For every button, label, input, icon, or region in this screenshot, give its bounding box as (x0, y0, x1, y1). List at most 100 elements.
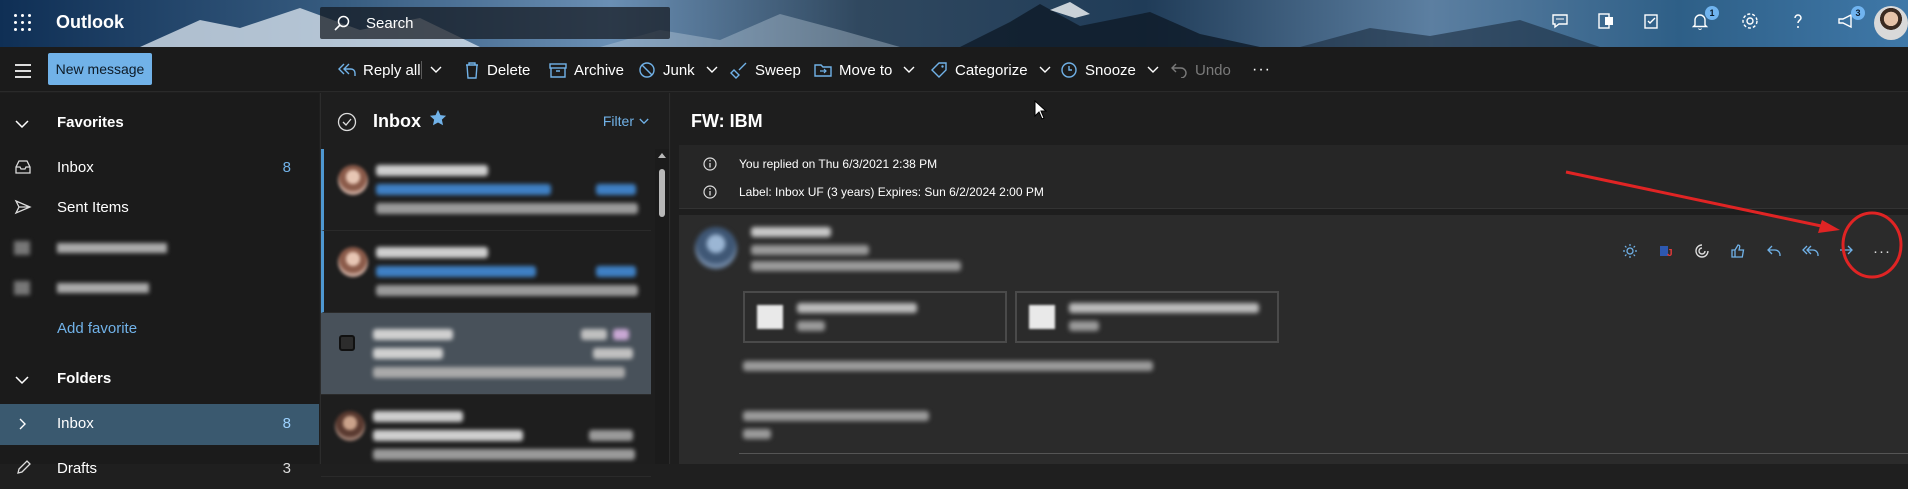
search-box[interactable]: Search (320, 7, 670, 39)
scroll-up-arrow[interactable] (658, 153, 666, 158)
filter-button[interactable]: Filter (603, 113, 649, 129)
search-input[interactable]: Search (366, 15, 414, 32)
redacted-sender (376, 247, 488, 258)
redacted-subject (373, 348, 443, 359)
junk-button[interactable]: Junk (638, 59, 718, 81)
account-avatar[interactable] (1874, 6, 1908, 40)
reply-all-icon (338, 63, 356, 76)
info-replied-text: You replied on Thu 6/3/2021 2:38 PM (739, 157, 938, 171)
move-to-label: Move to (839, 61, 893, 79)
undo-button[interactable]: Undo (1170, 59, 1231, 81)
sender-avatar (338, 165, 368, 195)
header-background-image (140, 2, 1600, 47)
favorite-item-inbox[interactable]: Inbox 8 (0, 148, 319, 188)
tasks-icon[interactable] (1642, 11, 1666, 35)
redacted-body-line (743, 361, 1153, 371)
like-icon[interactable] (1720, 239, 1756, 263)
redacted-time (593, 348, 633, 359)
hamburger-menu-icon[interactable] (15, 64, 31, 82)
chat-icon[interactable] (1550, 11, 1574, 35)
redacted-body-line (743, 411, 929, 421)
scrollbar-thumb[interactable] (659, 169, 665, 217)
undo-icon (1171, 63, 1187, 78)
megaphone-icon[interactable]: 3 (1836, 6, 1865, 35)
chevron-down-icon (15, 120, 29, 129)
info-replied: You replied on Thu 6/3/2021 2:38 PM (703, 157, 937, 171)
list-item[interactable] (321, 395, 651, 477)
sweep-label: Sweep (755, 61, 801, 79)
new-message-button[interactable]: New message (48, 53, 152, 85)
message-list-scrollbar[interactable] (655, 149, 669, 464)
redacted-subject (376, 184, 551, 195)
reply-icon[interactable] (1756, 239, 1792, 263)
send-icon (14, 199, 32, 215)
redacted-sender (373, 329, 453, 340)
redacted-attachment-size (1069, 321, 1099, 331)
clock-icon (1061, 62, 1077, 78)
chevron-down-icon (903, 66, 915, 73)
chevron-down-icon (430, 66, 442, 73)
reply-all-label: Reply all (363, 61, 421, 79)
sweep-button[interactable]: Sweep (730, 59, 801, 81)
favorite-item-blurred[interactable] (0, 228, 319, 268)
loop-icon[interactable] (1684, 239, 1720, 263)
bell-icon[interactable]: 1 (1690, 6, 1719, 35)
app-brand[interactable]: Outlook (56, 12, 124, 33)
chevron-down-icon (639, 118, 649, 124)
trash-icon (466, 62, 478, 79)
message-checkbox[interactable] (339, 335, 355, 351)
pencil-icon (17, 460, 31, 474)
add-favorite-link[interactable]: Add favorite (0, 310, 319, 350)
reply-all-icon[interactable] (1792, 239, 1828, 263)
forward-icon[interactable] (1828, 239, 1864, 263)
email-body: J ··· (679, 215, 1908, 464)
select-all-checkbox[interactable] (337, 112, 357, 132)
office-app-icon[interactable] (1596, 11, 1620, 35)
email-subject: FW: IBM (691, 111, 763, 131)
attachment-card[interactable] (1015, 291, 1279, 343)
archive-icon (549, 63, 567, 78)
favorite-item-sent[interactable]: Sent Items (0, 188, 319, 228)
favorite-label: Sent Items (57, 199, 129, 216)
folder-label: Drafts (57, 460, 98, 477)
favorite-item-blurred[interactable] (0, 268, 319, 308)
categorize-button[interactable]: Categorize (930, 59, 1051, 81)
chevron-down-icon (15, 376, 29, 385)
gear-icon[interactable] (1740, 11, 1764, 35)
redacted-flag (581, 329, 607, 340)
folder-label: Inbox (57, 415, 94, 432)
attachment-file-icon (1029, 305, 1055, 329)
folder-move-icon (814, 64, 832, 77)
app-launcher-icon[interactable] (14, 14, 32, 32)
favorites-header[interactable]: Favorites (0, 103, 319, 143)
star-icon[interactable] (429, 109, 447, 127)
folder-item-drafts[interactable]: Drafts 3 (0, 449, 319, 489)
snooze-label: Snooze (1085, 61, 1136, 79)
archive-button[interactable]: Archive (549, 59, 624, 81)
junk-label: Junk (663, 61, 695, 79)
help-icon[interactable] (1788, 11, 1812, 35)
delete-label: Delete (487, 61, 531, 79)
more-actions-button[interactable]: ··· (1864, 239, 1900, 263)
redacted-attachment-name (797, 303, 917, 313)
reading-pane: FW: IBM You replied on Thu 6/3/2021 2:38… (671, 93, 1908, 464)
redacted-sender-name (751, 227, 831, 237)
snooze-button[interactable]: Snooze (1060, 59, 1159, 81)
folders-header[interactable]: Folders (0, 359, 319, 399)
reply-all-button[interactable]: Reply all (338, 59, 421, 81)
addin-icon[interactable]: J (1648, 239, 1684, 263)
list-item[interactable] (321, 149, 651, 231)
info-bar: You replied on Thu 6/3/2021 2:38 PM Labe… (679, 145, 1908, 209)
folder-pane: Favorites Inbox 8 Sent Items Add favorit… (0, 93, 319, 477)
list-item-selected[interactable] (321, 313, 651, 395)
attachment-card[interactable] (743, 291, 1007, 343)
reply-options-dropdown[interactable] (430, 59, 442, 81)
more-commands-button[interactable]: ··· (1252, 59, 1271, 81)
filter-label: Filter (602, 113, 634, 129)
move-to-button[interactable]: Move to (814, 59, 915, 81)
list-item[interactable] (321, 231, 651, 313)
body-divider (739, 453, 1908, 454)
delete-button[interactable]: Delete (464, 59, 530, 81)
folder-item-inbox[interactable]: Inbox 8 (0, 404, 319, 445)
sun-icon[interactable] (1612, 239, 1648, 263)
